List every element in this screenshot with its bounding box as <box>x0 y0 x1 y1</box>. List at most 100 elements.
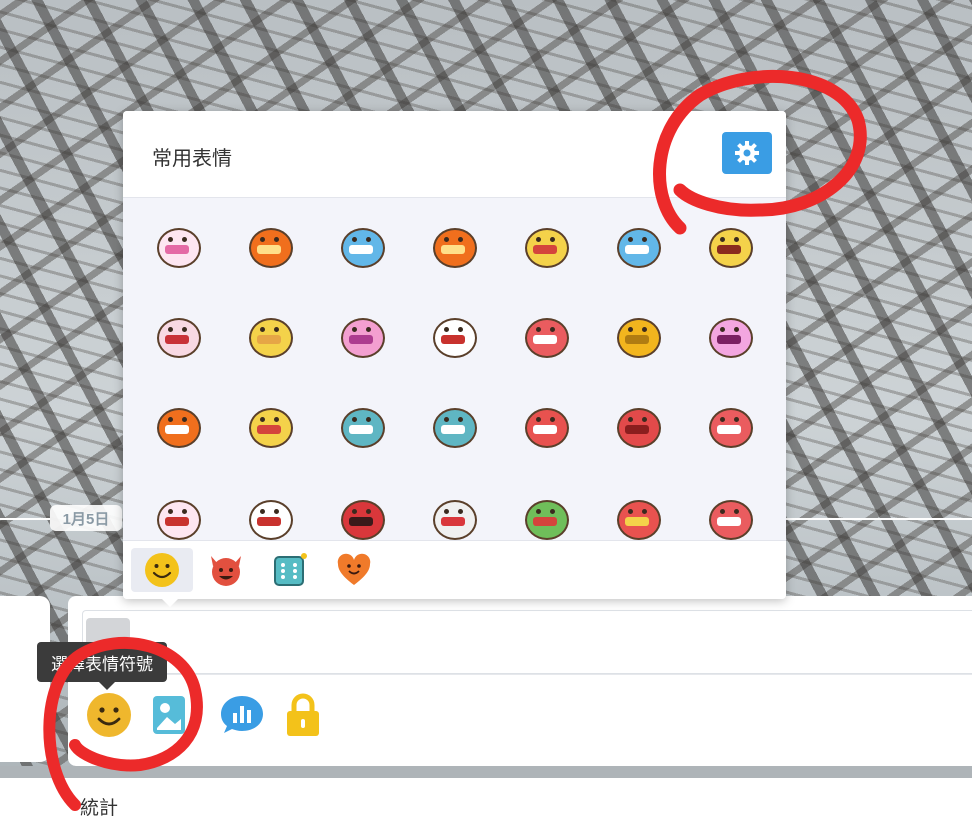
sticker-green-frog-face[interactable] <box>517 492 577 540</box>
sticker-mouth <box>349 245 373 254</box>
sticker-eye <box>734 327 739 332</box>
sticker-blue-cat-face-2[interactable] <box>609 220 669 280</box>
sticker-reindeer-laugh[interactable] <box>149 310 209 370</box>
sticker-red-cheers-face[interactable] <box>609 492 669 540</box>
sticker-red-tomato-face[interactable] <box>609 400 669 460</box>
sticker-orange-grin-face[interactable] <box>241 220 301 280</box>
date-label: 1月5日 <box>50 505 122 531</box>
sticker-red-singing-face[interactable] <box>333 492 393 540</box>
sticker-eye <box>274 417 279 422</box>
emoji-category-tabs <box>123 540 786 599</box>
sticker-mouth <box>165 245 189 254</box>
sticker-white-ghost-wave[interactable] <box>241 492 301 540</box>
sticker-teal-grimace-face[interactable] <box>425 400 485 460</box>
sticker-eye <box>536 417 541 422</box>
heart-tab-icon <box>337 553 371 585</box>
sticker-eye <box>734 237 739 242</box>
sticker-eye <box>720 509 725 514</box>
sticker-eye <box>550 417 555 422</box>
sticker-mouth <box>625 245 649 254</box>
dice-tab-icon <box>274 553 307 586</box>
sticker-yellow-bird-shout[interactable] <box>701 220 761 280</box>
sticker-eye <box>628 237 633 242</box>
sticker-mouth <box>349 425 373 434</box>
toolbar-divider <box>68 674 972 675</box>
sticker-mouth <box>533 335 557 344</box>
sticker-white-ghost-grin[interactable] <box>425 310 485 370</box>
sticker-eye <box>260 417 265 422</box>
stats-tab[interactable]: 統計 <box>80 793 118 820</box>
tab-devil[interactable] <box>195 548 257 592</box>
sticker-eye <box>458 237 463 242</box>
post-input[interactable] <box>82 610 972 674</box>
sticker-mouth <box>717 335 741 344</box>
sticker-eye <box>734 417 739 422</box>
smile-tab-icon <box>145 553 179 587</box>
sticker-yellow-bird-laugh[interactable] <box>517 220 577 280</box>
sticker-clock-face[interactable] <box>609 310 669 370</box>
emoji-panel-title: 常用表情 <box>152 148 232 170</box>
sticker-pink-pig-face-2[interactable] <box>701 310 761 370</box>
sticker-white-blush-face[interactable] <box>149 220 209 280</box>
sticker-pink-pig-face[interactable] <box>333 310 393 370</box>
poll-button[interactable] <box>217 690 267 740</box>
sticker-white-blush-laugh[interactable] <box>149 492 209 540</box>
emoji-button[interactable] <box>84 690 134 740</box>
settings-button[interactable] <box>722 132 772 174</box>
sticker-eye <box>550 327 555 332</box>
image-button[interactable] <box>144 690 194 740</box>
sticker-eye <box>168 327 173 332</box>
sticker-yellow-eating-face[interactable] <box>241 400 301 460</box>
sticker-eye <box>366 509 371 514</box>
sticker-eye <box>444 509 449 514</box>
sticker-eye <box>260 237 265 242</box>
tab-smileys[interactable] <box>131 548 193 592</box>
sticker-mouth <box>533 245 557 254</box>
sticker-eye <box>182 237 187 242</box>
emoji-panel-pointer <box>160 597 180 607</box>
lock-icon <box>287 693 319 736</box>
sticker-mouth <box>257 245 281 254</box>
sticker-orange-grin-face-2[interactable] <box>425 220 485 280</box>
sticker-eye <box>458 327 463 332</box>
sticker-red-blob-face[interactable] <box>517 400 577 460</box>
sticker-mouth <box>717 517 741 526</box>
sticker-eye <box>274 509 279 514</box>
sticker-eye <box>366 327 371 332</box>
sticker-blue-cat-face[interactable] <box>333 220 393 280</box>
sticker-eye <box>628 509 633 514</box>
divider-strip <box>0 766 972 778</box>
sticker-eye <box>168 417 173 422</box>
sticker-red-robot-face-3[interactable] <box>701 492 761 540</box>
sticker-red-robot-face-2[interactable] <box>701 400 761 460</box>
sticker-eye <box>168 237 173 242</box>
sticker-mouth <box>625 335 649 344</box>
sticker-eye <box>182 417 187 422</box>
gear-icon <box>735 141 759 165</box>
sticker-eye <box>168 509 173 514</box>
timeline-line-right <box>786 518 972 520</box>
sticker-eye <box>642 237 647 242</box>
sticker-cursing-face[interactable] <box>425 492 485 540</box>
tab-dice[interactable] <box>259 548 321 592</box>
sticker-eye <box>536 509 541 514</box>
sticker-teal-glasses-face[interactable] <box>333 400 393 460</box>
sticker-mouth <box>533 517 557 526</box>
tab-heart[interactable] <box>323 548 385 592</box>
sticker-yellow-bird-closed[interactable] <box>241 310 301 370</box>
sticker-eye <box>182 327 187 332</box>
sticker-eye <box>352 509 357 514</box>
sticker-red-robot-face[interactable] <box>517 310 577 370</box>
sticker-mouth <box>625 425 649 434</box>
post-composer <box>68 596 972 766</box>
sticker-eye <box>444 237 449 242</box>
emoji-icon <box>87 693 131 737</box>
sticker-eye <box>720 327 725 332</box>
sticker-orange-grin-thumb[interactable] <box>149 400 209 460</box>
sticker-eye <box>444 417 449 422</box>
sticker-eye <box>352 237 357 242</box>
sticker-eye <box>182 509 187 514</box>
sticker-eye <box>458 417 463 422</box>
privacy-button[interactable] <box>278 690 328 740</box>
sticker-eye <box>260 327 265 332</box>
